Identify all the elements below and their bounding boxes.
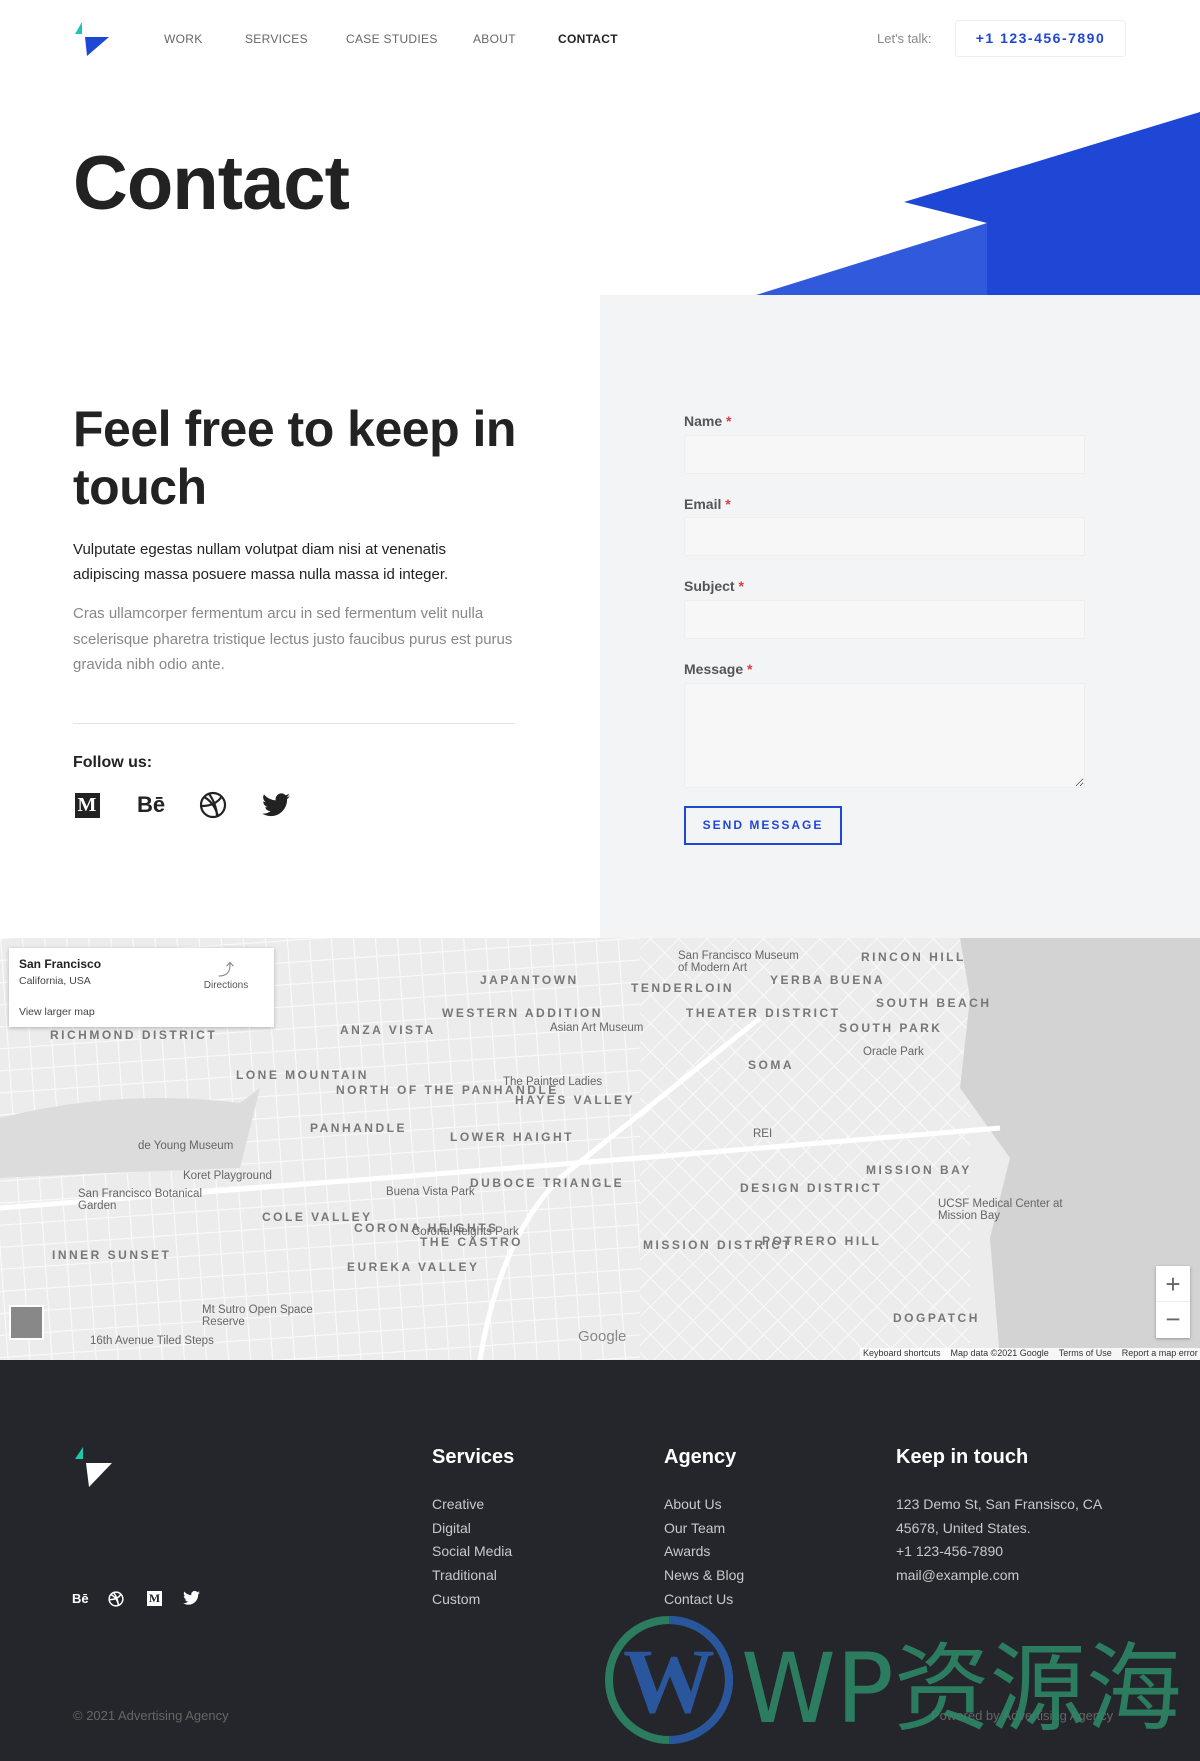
footer-link: mail@example.com xyxy=(896,1567,1020,1584)
map-place-region: California, USA xyxy=(19,975,91,987)
footer-link[interactable]: Traditional xyxy=(432,1567,497,1583)
map-info-card: San Francisco California, USA View large… xyxy=(9,948,274,1027)
directions-icon: ⤴ xyxy=(217,962,234,979)
map-place-label[interactable]: Asian Art Museum xyxy=(550,1022,643,1034)
medium-icon[interactable]: M xyxy=(147,1591,162,1606)
map-district-label: POTRERO HILL xyxy=(762,1234,882,1248)
map-district-label: JAPANTOWN xyxy=(480,973,579,987)
name-label: Name * xyxy=(684,413,732,429)
map-district-label: WESTERN ADDITION xyxy=(442,1006,603,1020)
footer-link: +1 123-456-7890 xyxy=(896,1543,1004,1560)
map-place-label[interactable]: Oracle Park xyxy=(863,1046,924,1058)
map-district-label: DESIGN DISTRICT xyxy=(740,1181,883,1195)
dribbble-icon[interactable] xyxy=(108,1591,124,1610)
name-field[interactable] xyxy=(684,435,1085,474)
map-place-label[interactable]: de Young Museum xyxy=(138,1140,233,1152)
watermark: W WP资源海 xyxy=(603,1600,1182,1760)
map-district-label: LOWER HAIGHT xyxy=(450,1130,574,1144)
footer-link[interactable]: Digital xyxy=(432,1520,471,1536)
divider xyxy=(73,723,515,724)
footer-link[interactable]: Social Media xyxy=(432,1543,512,1559)
map-district-label: EUREKA VALLEY xyxy=(347,1260,480,1274)
map-district-label: YERBA BUENA xyxy=(770,973,886,987)
footer-link[interactable]: About Us xyxy=(664,1496,722,1512)
footer-link[interactable]: Awards xyxy=(664,1543,710,1559)
map-attribution: Keyboard shortcuts Map data ©2021 Google T… xyxy=(860,1348,1200,1360)
map-zoom-controls: + − xyxy=(1156,1266,1190,1338)
footer-heading: Agency xyxy=(664,1446,737,1468)
map-place-name: San Francisco xyxy=(19,957,102,971)
watermark-text: WP资源海 xyxy=(741,1632,1182,1745)
map-district-label: MISSION BAY xyxy=(866,1163,972,1177)
intro-heading: Feel free to keep in touch xyxy=(73,401,516,515)
map-place-label[interactable]: Mt Sutro Open Space Reserve xyxy=(202,1304,332,1328)
map-district-label: LONE MOUNTAIN xyxy=(236,1068,369,1082)
map-place-label[interactable]: San Francisco Botanical Garden xyxy=(78,1188,208,1212)
map-district-label: RINCON HILL xyxy=(861,950,966,964)
directions-button[interactable]: ⤴ Directions xyxy=(201,956,251,991)
map-district-label: PANHANDLE xyxy=(310,1121,407,1135)
footer-link[interactable]: News & Blog xyxy=(664,1567,744,1583)
map-place-label[interactable]: Buena Vista Park xyxy=(386,1186,475,1198)
behance-icon[interactable]: Bē xyxy=(72,1591,89,1606)
map-place-label[interactable]: UCSF Medical Center at Mission Bay xyxy=(938,1198,1068,1222)
intro-paragraph-secondary: Cras ullamcorper fermentum arcu in sed f… xyxy=(73,605,513,673)
wordpress-logo-icon: W xyxy=(605,1616,733,1744)
intro-paragraph: Vulputate egestas nullam volutpat diam n… xyxy=(73,541,449,583)
twitter-icon[interactable] xyxy=(261,790,291,820)
map-district-label: THEATER DISTRICT xyxy=(686,1006,841,1020)
footer-heading: Keep in touch xyxy=(896,1446,1029,1468)
copyright: © 2021 Advertising Agency xyxy=(73,1708,229,1723)
medium-icon[interactable]: M xyxy=(72,790,102,820)
footer-link[interactable]: Custom xyxy=(432,1591,480,1607)
send-message-button[interactable]: SEND MESSAGE xyxy=(684,806,842,845)
report-error-link[interactable]: Report a map error xyxy=(1122,1348,1198,1358)
email-label: Email * xyxy=(684,496,731,512)
map-district-label: DUBOCE TRIANGLE xyxy=(470,1176,625,1190)
svg-text:W: W xyxy=(623,1630,715,1732)
satellite-toggle[interactable] xyxy=(9,1305,44,1340)
footer-link[interactable]: Creative xyxy=(432,1496,484,1512)
footer-link[interactable]: Our Team xyxy=(664,1520,725,1536)
map-district-label: HAYES VALLEY xyxy=(515,1093,636,1107)
map-district-label: RICHMOND DISTRICT xyxy=(50,1028,218,1042)
map-place-label[interactable]: 16th Avenue Tiled Steps xyxy=(90,1335,214,1347)
map-district-label: TENDERLOIN xyxy=(631,981,734,995)
map-data-label: Map data ©2021 Google xyxy=(950,1348,1049,1358)
google-logo: Google xyxy=(578,1328,627,1345)
zoom-in-button[interactable]: + xyxy=(1156,1266,1190,1302)
footer-link: 45678, United States. xyxy=(896,1519,1031,1536)
map-district-label: SOUTH BEACH xyxy=(876,996,992,1010)
message-field[interactable] xyxy=(684,683,1085,788)
keyboard-shortcuts-link[interactable]: Keyboard shortcuts xyxy=(863,1348,941,1358)
map-district-label: DOGPATCH xyxy=(893,1311,980,1325)
map-district-label: SOMA xyxy=(748,1058,794,1072)
map-district-label: INNER SUNSET xyxy=(52,1248,172,1262)
map-place-label[interactable]: Koret Playground xyxy=(183,1170,272,1182)
map-place-label[interactable]: Corona Heights Park xyxy=(412,1226,519,1238)
hero-shape xyxy=(756,112,1200,295)
map-district-label: ANZA VISTA xyxy=(340,1023,436,1037)
map-district-label: SOUTH PARK xyxy=(839,1021,943,1035)
twitter-icon[interactable] xyxy=(183,1590,200,1608)
map-place-label[interactable]: The Painted Ladies xyxy=(503,1076,602,1088)
email-field[interactable] xyxy=(684,517,1085,556)
message-label: Message * xyxy=(684,661,753,677)
terms-link[interactable]: Terms of Use xyxy=(1059,1348,1112,1358)
subject-label: Subject * xyxy=(684,578,744,594)
map-place-label[interactable]: San Francisco Museum of Modern Art xyxy=(678,950,808,974)
footer-logo[interactable] xyxy=(75,1447,113,1487)
map-place-label[interactable]: REI xyxy=(753,1128,772,1140)
dribbble-icon[interactable] xyxy=(198,790,228,820)
zoom-out-button[interactable]: − xyxy=(1156,1302,1190,1338)
subject-field[interactable] xyxy=(684,600,1085,639)
footer-link: 123 Demo St, San Fransisco, CA xyxy=(896,1496,1103,1512)
follow-label: Follow us: xyxy=(73,754,153,771)
footer-heading: Services xyxy=(432,1446,515,1468)
behance-icon[interactable]: Bē xyxy=(133,790,169,820)
view-larger-map-link[interactable]: View larger map xyxy=(19,1006,95,1018)
